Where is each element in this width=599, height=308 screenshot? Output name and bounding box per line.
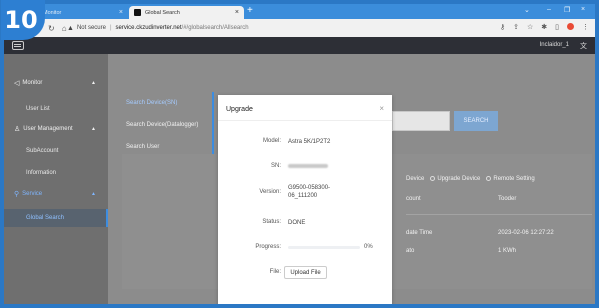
status-value: DONE (288, 220, 306, 226)
sidebar-item-label: Monitor (22, 80, 43, 86)
browser-tab-global-search[interactable]: Global Search × (129, 6, 244, 19)
favicon-icon (134, 9, 141, 16)
key-icon[interactable]: ⚷ (500, 23, 505, 31)
upgrade-dialog: Upgrade × Model: Astra 5K/1P2T2 SN: Vers… (218, 95, 392, 304)
search-icon: ⚲ (14, 191, 20, 198)
tab-search-device-sn[interactable]: Search Device(SN) (126, 100, 177, 106)
url-path: /#/globalsearch/Allsearch (181, 25, 249, 31)
star-icon[interactable]: ☆ (527, 23, 533, 31)
search-button[interactable]: SEARCH (454, 111, 498, 131)
close-tab-icon[interactable]: × (235, 9, 239, 16)
version-value: G9500-058300-06_111200 (288, 185, 331, 200)
sidebar-item-service[interactable]: ⚲ Service ▲ (4, 187, 108, 201)
maximize-icon[interactable]: ❐ (564, 6, 570, 14)
model-value: Astra 5K/1P2T2 (288, 139, 331, 145)
sidebar-item-label: Service (22, 191, 43, 197)
radio-icon (486, 176, 492, 181)
row-label: count (406, 196, 421, 202)
browser-tools: ⚷ ⇪ ☆ ✱ ▯ ⋮ (500, 23, 589, 31)
tab-search-user[interactable]: Search User (126, 144, 159, 150)
url-host: service.ckzudinverter.net (115, 25, 182, 31)
chevron-up-icon: ▲ (91, 191, 96, 197)
file-label: File: (269, 269, 281, 275)
tab-search-device-datalogger[interactable]: Search Device(Datalogger) (126, 122, 198, 128)
sidebar-item-global-search[interactable]: Global Search (4, 209, 108, 227)
row-divider (406, 214, 592, 215)
tab-search-icon[interactable]: ⌄ (524, 6, 530, 14)
tab-title: Monitor (43, 9, 62, 16)
tab-title: Global Search (145, 9, 180, 16)
chevron-up-icon: ▲ (91, 80, 96, 86)
upload-file-button[interactable]: Upload File (284, 266, 327, 279)
user-icon: ♙ (14, 126, 21, 133)
chevron-up-icon: ▲ (91, 126, 96, 132)
row-label: ato (406, 248, 415, 254)
address-bar[interactable]: ▲ Not secure | service.ckzudinverter.net… (67, 22, 547, 34)
sidebar-item-label: SubAccount (26, 148, 59, 154)
sidebar: ◁ Monitor ▲ User List ♙ User Management … (4, 54, 108, 304)
sidebar-item-label: User List (26, 106, 50, 112)
radio-remote-setting[interactable]: Remote Setting (486, 176, 535, 182)
new-tab-icon[interactable]: + (247, 5, 253, 16)
sidebar-item-label: User Management (23, 126, 73, 132)
sidebar-item-label: Global Search (26, 215, 65, 221)
monitor-icon: ◁ (14, 80, 20, 87)
sidebar-item-information[interactable]: Information (4, 166, 108, 180)
browser-tab-monitor[interactable]: Monitor × (38, 6, 128, 19)
profile-icon[interactable] (567, 23, 574, 30)
row-value: 2023-02-06 12:27:22 (498, 230, 554, 236)
active-tab-indicator (212, 92, 214, 162)
model-label: Model: (262, 138, 281, 144)
sn-label: SN: (270, 163, 281, 169)
address-separator: | (109, 25, 112, 31)
sidebar-item-user-management[interactable]: ♙ User Management ▲ (4, 122, 108, 136)
extensions-icon[interactable]: ✱ (541, 23, 547, 31)
browser-tab-bar: Monitor × Global Search × + ⌄ – ❐ × (4, 4, 595, 19)
reload-icon[interactable]: ↻ (48, 24, 55, 33)
sidepanel-icon[interactable]: ▯ (555, 23, 559, 31)
username[interactable]: Inclaidor_1 (540, 42, 569, 48)
sidebar-item-monitor[interactable]: ◁ Monitor ▲ (4, 76, 108, 90)
search-input[interactable] (392, 111, 450, 131)
browser-toolbar: ↻ ⌂ ▲ Not secure | service.ckzudinverter… (4, 19, 595, 37)
progress-label: Progress: (255, 244, 281, 250)
row-label: date Time (406, 230, 433, 236)
menu-icon[interactable]: ⋮ (582, 23, 589, 31)
security-label: Not secure (76, 25, 106, 31)
sidebar-item-subaccount[interactable]: SubAccount (4, 144, 108, 158)
sidebar-item-user-list[interactable]: User List (4, 102, 108, 116)
minimize-icon[interactable]: – (547, 6, 551, 13)
sn-redacted-value (288, 164, 328, 168)
dialog-divider (218, 120, 392, 121)
sidebar-item-label: Information (26, 170, 57, 176)
radio-device[interactable]: Device (406, 176, 424, 182)
home-icon[interactable]: ⌂ (62, 24, 67, 33)
radio-icon (430, 176, 436, 181)
dialog-title: Upgrade (226, 106, 253, 113)
version-label: Version: (259, 189, 281, 195)
app-logo-icon[interactable] (12, 41, 24, 50)
close-tab-icon[interactable]: × (119, 9, 123, 16)
row-value: 1 KWh (498, 248, 517, 254)
status-label: Status: (262, 219, 281, 225)
row-value: Tooder (498, 196, 517, 202)
close-icon[interactable]: × (379, 104, 384, 113)
radio-upgrade-device[interactable]: Upgrade Device (430, 176, 480, 182)
close-window-icon[interactable]: × (581, 6, 585, 13)
share-icon[interactable]: ⇪ (513, 23, 519, 31)
browser-window: Monitor × Global Search × + ⌄ – ❐ × ↻ ⌂ … (4, 4, 595, 304)
app-header: Inclaidor_1 文 (4, 37, 595, 54)
warning-icon: ▲ (67, 24, 74, 32)
action-radio-group: Device Upgrade Device Remote Setting (406, 176, 535, 182)
progress-text: 0% (364, 244, 373, 250)
progress-bar (288, 246, 360, 249)
language-icon[interactable]: 文 (580, 41, 587, 51)
